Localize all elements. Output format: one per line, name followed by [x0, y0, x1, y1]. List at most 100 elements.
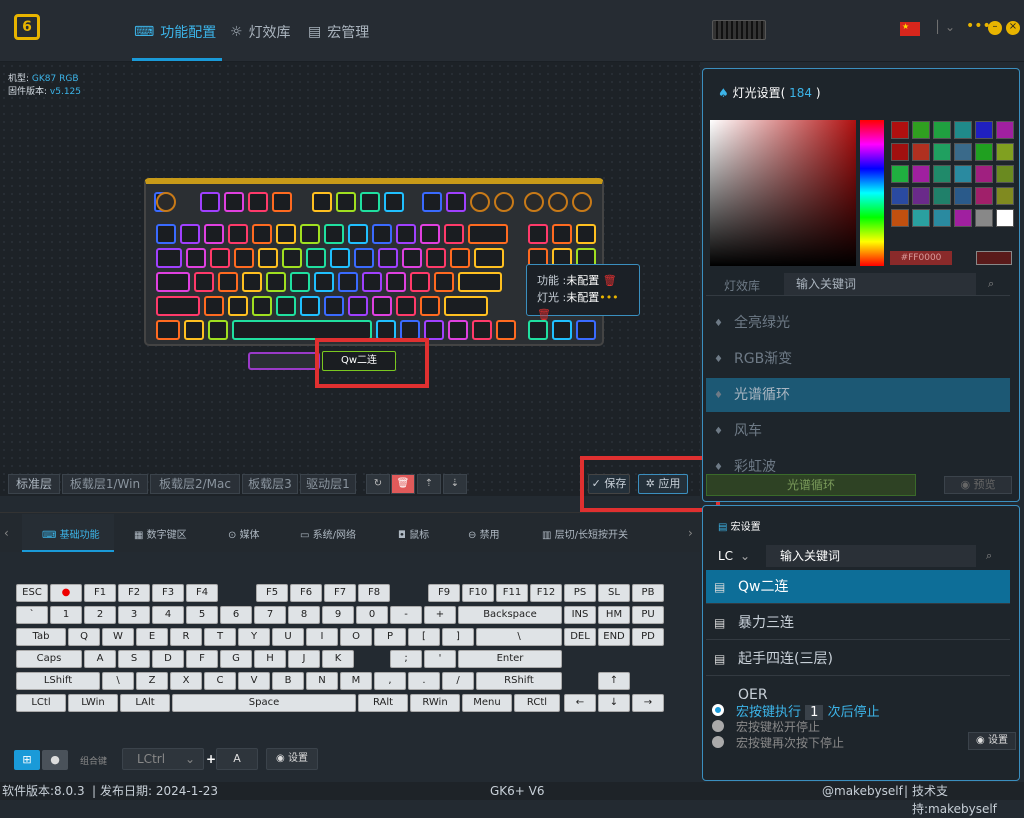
- preview-key[interactable]: [426, 248, 446, 268]
- layer-tab-onboard3[interactable]: 板载层3: [242, 474, 298, 494]
- knob-icon[interactable]: [470, 192, 490, 212]
- function-key[interactable]: G: [220, 650, 252, 668]
- color-swatch[interactable]: [891, 209, 909, 227]
- color-swatch[interactable]: [975, 143, 993, 161]
- close-icon[interactable]: ×: [1006, 21, 1020, 35]
- knob-icon[interactable]: [156, 192, 176, 212]
- function-key[interactable]: 9: [322, 606, 354, 624]
- function-key[interactable]: ↑: [598, 672, 630, 690]
- function-key[interactable]: F2: [118, 584, 150, 602]
- hue-slider[interactable]: [860, 120, 884, 266]
- preview-key[interactable]: [354, 248, 374, 268]
- function-key[interactable]: T: [204, 628, 236, 646]
- preview-key[interactable]: [420, 296, 440, 316]
- preview-key[interactable]: [200, 192, 220, 212]
- light-library-tab[interactable]: 灯效库: [724, 277, 760, 294]
- function-key[interactable]: \: [476, 628, 562, 646]
- preview-key[interactable]: [410, 272, 430, 292]
- preview-key[interactable]: [444, 296, 488, 316]
- color-swatch[interactable]: [996, 143, 1014, 161]
- macro-list-item[interactable]: 起手四连(三层): [706, 642, 1010, 676]
- function-key[interactable]: -: [390, 606, 422, 624]
- function-key[interactable]: X: [170, 672, 202, 690]
- layer-tab-driver1[interactable]: 驱动层1: [300, 474, 356, 494]
- function-key[interactable]: 7: [254, 606, 286, 624]
- upload-icon[interactable]: ⇡: [417, 474, 441, 494]
- color-swatch[interactable]: [975, 187, 993, 205]
- function-key[interactable]: 4: [152, 606, 184, 624]
- preview-key[interactable]: [384, 192, 404, 212]
- function-key[interactable]: Caps: [16, 650, 82, 668]
- preview-key[interactable]: [376, 320, 396, 340]
- color-swatch[interactable]: [912, 165, 930, 183]
- color-swatch[interactable]: [912, 121, 930, 139]
- color-swatch[interactable]: [933, 209, 951, 227]
- preview-key[interactable]: [228, 224, 248, 244]
- preview-key[interactable]: [224, 192, 244, 212]
- chevron-down-icon[interactable]: ⌄: [740, 545, 750, 567]
- function-key[interactable]: A: [84, 650, 116, 668]
- macro-list-item[interactable]: Qw二连: [706, 570, 1010, 604]
- function-key[interactable]: →: [632, 694, 664, 712]
- preview-key[interactable]: [448, 320, 468, 340]
- function-key[interactable]: F5: [256, 584, 288, 602]
- search-icon[interactable]: ⌕: [986, 549, 992, 563]
- preview-key[interactable]: [252, 224, 272, 244]
- function-key[interactable]: 0: [356, 606, 388, 624]
- function-key[interactable]: INS: [564, 606, 596, 624]
- preview-key[interactable]: [156, 320, 180, 340]
- function-key[interactable]: Menu: [462, 694, 512, 712]
- preview-key[interactable]: [312, 192, 332, 212]
- light-effect-item[interactable]: 光谱循环: [706, 378, 1010, 412]
- function-key[interactable]: F10: [462, 584, 494, 602]
- color-swatch[interactable]: [975, 121, 993, 139]
- preview-key[interactable]: [314, 272, 334, 292]
- color-swatch[interactable]: [891, 187, 909, 205]
- preview-key[interactable]: [258, 248, 278, 268]
- radio-stop-on-release[interactable]: [712, 720, 724, 732]
- function-key[interactable]: F: [186, 650, 218, 668]
- function-key[interactable]: 8: [288, 606, 320, 624]
- delete-icon[interactable]: 🗑: [537, 308, 551, 321]
- preview-key[interactable]: [184, 320, 204, 340]
- function-key[interactable]: END: [598, 628, 630, 646]
- tab-macro-manager[interactable]: ▤ 宏管理: [308, 22, 369, 42]
- function-key[interactable]: PU: [632, 606, 664, 624]
- tabs-next-icon[interactable]: ›: [688, 526, 693, 540]
- function-key[interactable]: +: [424, 606, 456, 624]
- tab-numpad[interactable]: ▦ 数字键区: [134, 526, 187, 541]
- preview-key[interactable]: [324, 296, 344, 316]
- preview-key[interactable]: [210, 248, 230, 268]
- function-key[interactable]: R: [170, 628, 202, 646]
- color-swatch[interactable]: [954, 121, 972, 139]
- knob-icon[interactable]: [524, 192, 544, 212]
- preview-key[interactable]: [300, 296, 320, 316]
- function-key[interactable]: 3: [118, 606, 150, 624]
- preview-key[interactable]: [360, 192, 380, 212]
- color-swatch[interactable]: [912, 187, 930, 205]
- preview-key[interactable]: [336, 192, 356, 212]
- function-key[interactable]: H: [254, 650, 286, 668]
- tabs-prev-icon[interactable]: ‹: [4, 526, 9, 540]
- preview-key[interactable]: [396, 296, 416, 316]
- function-key[interactable]: LShift: [16, 672, 100, 690]
- color-picker-area[interactable]: [710, 120, 856, 266]
- function-key[interactable]: \: [102, 672, 134, 690]
- preview-key[interactable]: [330, 248, 350, 268]
- tab-basic-functions[interactable]: ⌨ 基础功能: [42, 526, 100, 541]
- preview-key[interactable]: [372, 224, 392, 244]
- function-key[interactable]: P: [374, 628, 406, 646]
- windows-icon[interactable]: ⊞: [14, 750, 40, 770]
- function-key[interactable]: LAlt: [120, 694, 170, 712]
- preview-key[interactable]: [234, 248, 254, 268]
- macro-list-item[interactable]: 暴力三连: [706, 606, 1010, 640]
- function-key[interactable]: Y: [238, 628, 270, 646]
- preview-key[interactable]: [156, 248, 182, 268]
- color-swatch[interactable]: [933, 121, 951, 139]
- function-key[interactable]: 1: [50, 606, 82, 624]
- function-key[interactable]: V: [238, 672, 270, 690]
- layer-tab-onboard1[interactable]: 板载层1/Win: [62, 474, 148, 494]
- preview-key[interactable]: [528, 320, 548, 340]
- preview-key[interactable]: [496, 320, 516, 340]
- color-swatch[interactable]: [996, 165, 1014, 183]
